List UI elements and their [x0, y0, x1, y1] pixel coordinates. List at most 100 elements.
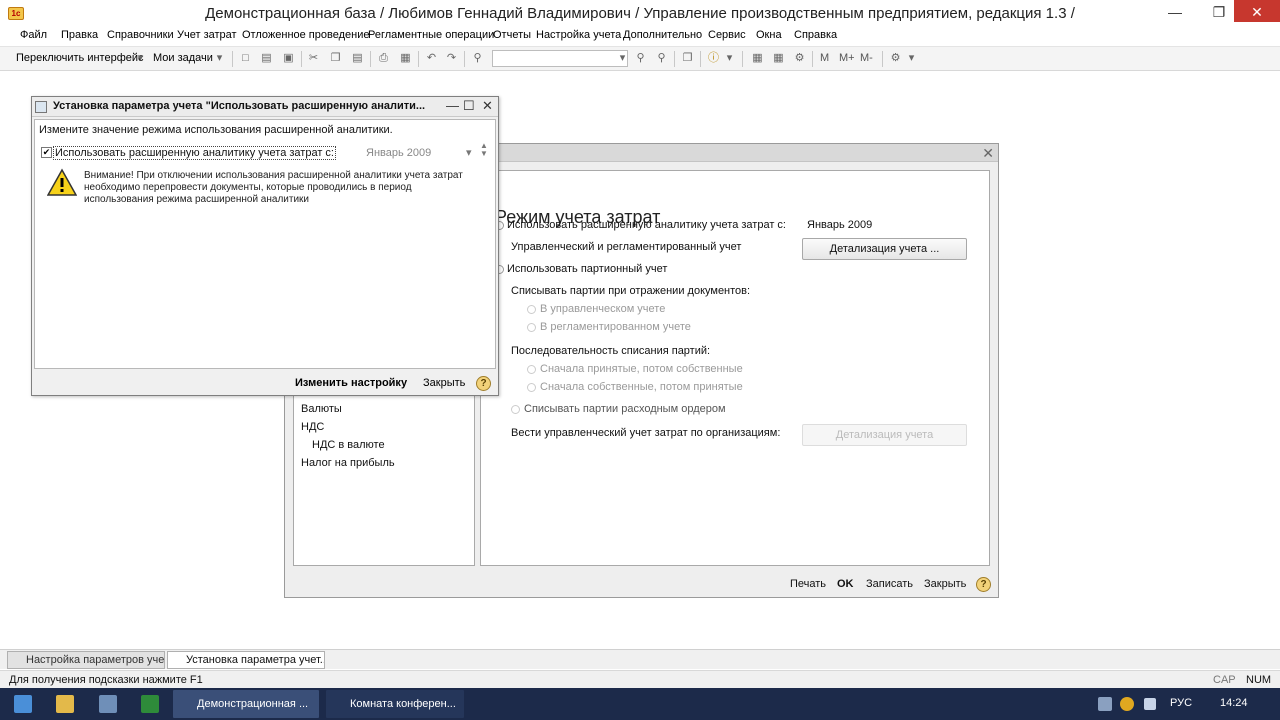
- close-icon[interactable]: ✕: [982, 145, 994, 162]
- radio-seq-first[interactable]: [527, 365, 536, 374]
- dropdown-arrow-icon[interactable]: ▾: [722, 51, 737, 66]
- tray-icon[interactable]: [1098, 697, 1112, 711]
- use-extended-checkbox[interactable]: ✔: [41, 147, 52, 158]
- settings-icon[interactable]: ⚙: [888, 51, 903, 66]
- taskbar-button-1c[interactable]: Демонстрационная ...: [173, 690, 319, 718]
- close-icon[interactable]: ✕: [482, 98, 493, 114]
- print-button[interactable]: Печать: [790, 578, 826, 590]
- paste-icon[interactable]: ▤: [350, 51, 365, 66]
- checkbox-in-mgmt[interactable]: [527, 305, 536, 314]
- menu-routine-operations[interactable]: Регламентные операции: [368, 29, 494, 41]
- chevron-down-icon[interactable]: ▾: [466, 146, 472, 159]
- network-icon[interactable]: [99, 695, 117, 713]
- print-icon[interactable]: ⎙: [376, 51, 391, 66]
- seq-second-label: Сначала собственные, потом принятые: [540, 381, 743, 393]
- minimize-icon[interactable]: —: [446, 98, 459, 113]
- menu-catalogs[interactable]: Справочники: [107, 29, 174, 41]
- windows-icon[interactable]: ❐: [680, 51, 695, 66]
- help-icon[interactable]: ?: [476, 376, 491, 391]
- dropdown-arrow-icon[interactable]: ▾: [212, 51, 227, 66]
- by-orgs-label: Вести управленческий учет затрат по орга…: [511, 427, 781, 439]
- dialog-close-button[interactable]: Закрыть: [423, 377, 465, 389]
- close-button[interactable]: Закрыть: [924, 578, 966, 590]
- tree-item-vat[interactable]: НДС: [301, 421, 324, 433]
- menu-service[interactable]: Сервис: [708, 29, 746, 41]
- dialog-body: Измените значение режима использования р…: [34, 119, 496, 369]
- menu-accounting-settings[interactable]: Настройка учета: [536, 29, 621, 41]
- memory-button[interactable]: M: [820, 52, 829, 64]
- clock[interactable]: 14:24: [1220, 697, 1248, 709]
- new-document-icon[interactable]: □: [238, 51, 253, 66]
- radio-seq-second[interactable]: [527, 383, 536, 392]
- excel-icon[interactable]: [141, 695, 159, 713]
- checkbox-label[interactable]: Использовать расширенную аналитику учета…: [53, 146, 336, 160]
- ok-button[interactable]: OK: [837, 578, 854, 590]
- memory-plus-button[interactable]: M+: [839, 52, 855, 64]
- menu-reports[interactable]: Отчеты: [493, 29, 531, 41]
- save-button[interactable]: Записать: [866, 578, 913, 590]
- explorer-icon[interactable]: [56, 695, 74, 713]
- spin-icon[interactable]: ▲ ▼: [480, 142, 488, 158]
- status-hint: Для получения подсказки нажмите F1: [9, 674, 203, 686]
- memory-minus-button[interactable]: M-: [860, 52, 873, 64]
- save-icon[interactable]: ▣: [281, 51, 296, 66]
- my-tasks-button[interactable]: Мои задачи: [153, 52, 213, 64]
- language-indicator[interactable]: РУС: [1170, 697, 1192, 709]
- menu-help[interactable]: Справка: [794, 29, 837, 41]
- status-bar: Для получения подсказки нажмите F1 CAP N…: [0, 670, 1280, 688]
- start-icon[interactable]: [14, 695, 32, 713]
- tree-item-vat-in-currency[interactable]: НДС в валюте: [312, 439, 385, 451]
- redo-icon[interactable]: ↷: [444, 51, 459, 66]
- search-prev-icon[interactable]: ⚲: [654, 51, 669, 66]
- date-field-value: Январь 2009: [366, 147, 432, 159]
- change-setting-button[interactable]: Изменить настройку: [295, 377, 407, 389]
- title-bar: 1c Демонстрационная база / Любимов Генна…: [0, 0, 1280, 27]
- tree-item-currencies[interactable]: Валюты: [301, 403, 342, 415]
- open-folder-icon[interactable]: ▤: [259, 51, 274, 66]
- cut-icon[interactable]: ✂: [306, 51, 321, 66]
- toolbar: Переключить интерфейс ▾ Мои задачи ▾ □ ▤…: [0, 47, 1280, 71]
- print-preview-icon[interactable]: ▦: [398, 51, 413, 66]
- checkbox-expense-order[interactable]: [511, 405, 520, 414]
- help-icon[interactable]: ?: [976, 577, 991, 592]
- detail-accounting-button-2[interactable]: Детализация учета: [802, 424, 967, 446]
- dropdown-arrow-icon[interactable]: ▾: [904, 51, 919, 66]
- volume-icon[interactable]: [1144, 698, 1156, 710]
- menu-cost-accounting[interactable]: Учет затрат: [177, 29, 237, 41]
- detail-accounting-button[interactable]: Детализация учета ...: [802, 238, 967, 260]
- in-mgmt-label: В управленческом учете: [540, 303, 666, 315]
- mgmt-reg-label: Управленческий и регламентированный учет: [511, 241, 742, 253]
- use-extended-label: Использовать расширенную аналитику учета…: [507, 219, 786, 231]
- close-window-button[interactable]: ✕: [1234, 0, 1280, 22]
- undo-icon[interactable]: ↶: [424, 51, 439, 66]
- menu-additional[interactable]: Дополнительно: [623, 29, 702, 41]
- tray-app-icon[interactable]: [1120, 697, 1134, 711]
- tools-icon[interactable]: ⚙: [792, 51, 807, 66]
- window-tab-settings[interactable]: Настройка параметров уче...: [7, 651, 165, 669]
- info-icon[interactable]: ⓘ: [706, 51, 721, 66]
- tree-item-income-tax[interactable]: Налог на прибыль: [301, 457, 395, 469]
- expense-order-label: Списывать партии расходным ордером: [524, 403, 726, 415]
- minimize-button[interactable]: —: [1152, 0, 1198, 24]
- menu-windows[interactable]: Окна: [756, 29, 782, 41]
- parameter-dialog: Установка параметра учета "Использовать …: [31, 96, 499, 396]
- copy-icon[interactable]: ❐: [328, 51, 343, 66]
- switch-interface-button[interactable]: Переключить интерфейс: [16, 52, 144, 64]
- date-field[interactable]: Январь 2009 ▾ ▲ ▼: [364, 142, 488, 162]
- checkbox-in-reg[interactable]: [527, 323, 536, 332]
- menu-edit[interactable]: Правка: [61, 29, 98, 41]
- calculator-icon[interactable]: ▦: [750, 51, 765, 66]
- menu-file[interactable]: Файл: [20, 29, 47, 41]
- search-next-icon[interactable]: ⚲: [633, 51, 648, 66]
- sequence-title: Последовательность списания партий:: [511, 345, 711, 357]
- dropdown-arrow-icon[interactable]: ▾: [133, 51, 148, 66]
- search-input[interactable]: [492, 50, 628, 67]
- menu-deferred-posting[interactable]: Отложенное проведение: [242, 29, 369, 41]
- taskbar-button-conference[interactable]: Комната конферен...: [326, 690, 464, 718]
- maximize-icon[interactable]: ☐: [463, 98, 475, 114]
- find-icon[interactable]: ⚲: [470, 51, 485, 66]
- search-dropdown-icon[interactable]: ▾: [615, 51, 630, 66]
- calendar-icon[interactable]: ▦: [771, 51, 786, 66]
- window-tab-parameter[interactable]: Установка параметра учет...: [167, 651, 325, 669]
- in-reg-label: В регламентированном учете: [540, 321, 691, 333]
